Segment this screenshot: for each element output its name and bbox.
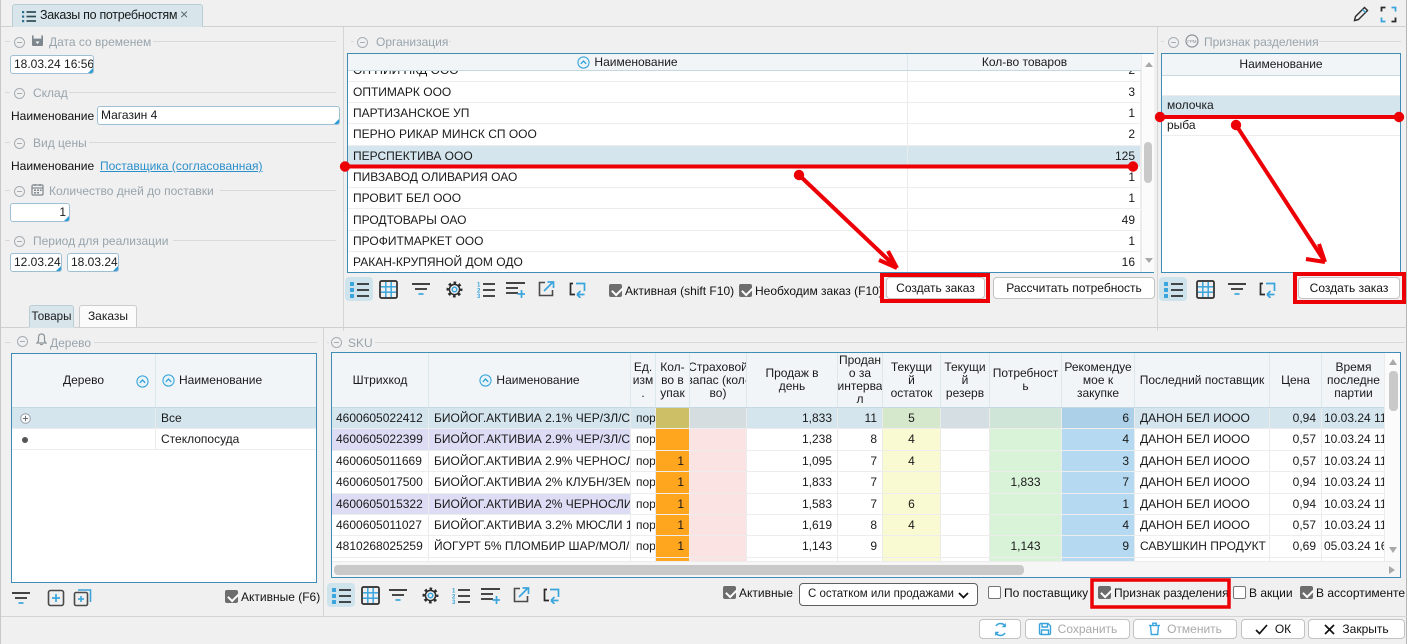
svg-text:3: 3	[452, 600, 456, 604]
svg-text:3: 3	[477, 294, 481, 298]
svg-text:ГРМ: ГРМ	[1187, 39, 1196, 44]
